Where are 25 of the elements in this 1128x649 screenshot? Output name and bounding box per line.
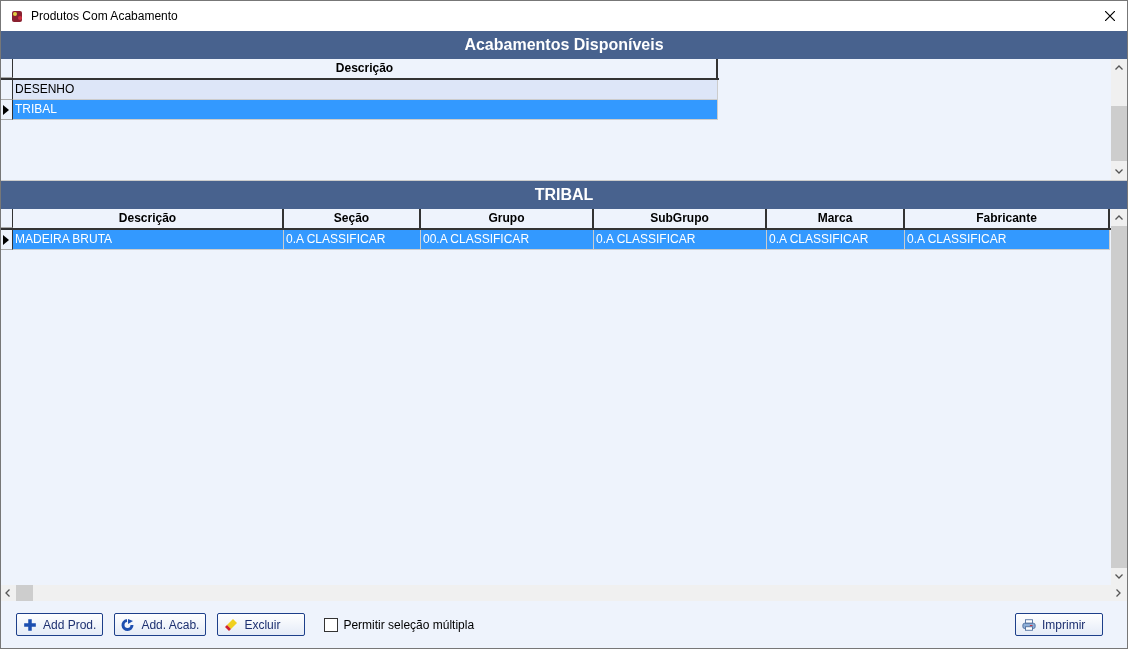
window-title: Produtos Com Acabamento [31, 9, 179, 23]
printer-icon [1022, 617, 1036, 632]
scroll-down-icon[interactable] [1115, 574, 1123, 579]
multi-select-checkbox[interactable]: Permitir seleção múltipla [324, 617, 475, 632]
scroll-right-icon[interactable] [1116, 589, 1121, 597]
app-icon [9, 8, 25, 24]
scroll-thumb[interactable] [16, 585, 33, 601]
panel-header: TRIBAL [1, 181, 1127, 209]
close-icon[interactable] [1105, 11, 1115, 21]
toolbar-button[interactable]: Excluir [217, 613, 306, 636]
horizontal-scrollbar[interactable] [1, 585, 1127, 601]
scroll-up-icon[interactable] [1115, 215, 1123, 220]
print-button[interactable]: Imprimir [1015, 613, 1103, 636]
vertical-scrollbar[interactable] [1111, 59, 1127, 180]
eraser-icon [224, 617, 239, 632]
panel-header: Acabamentos Disponíveis [1, 31, 1127, 59]
scroll-up-icon[interactable] [1115, 65, 1123, 70]
scroll-thumb[interactable] [1111, 106, 1127, 161]
scroll-down-icon[interactable] [1115, 169, 1123, 174]
toolbar-button[interactable]: Add. Acab. [114, 613, 207, 636]
scroll-left-icon[interactable] [5, 589, 10, 597]
refresh-icon [121, 617, 136, 632]
toolbar-button[interactable]: Add Prod. [16, 613, 104, 636]
table-cell[interactable]: DESENHO [13, 80, 718, 100]
plus-icon [23, 617, 37, 632]
